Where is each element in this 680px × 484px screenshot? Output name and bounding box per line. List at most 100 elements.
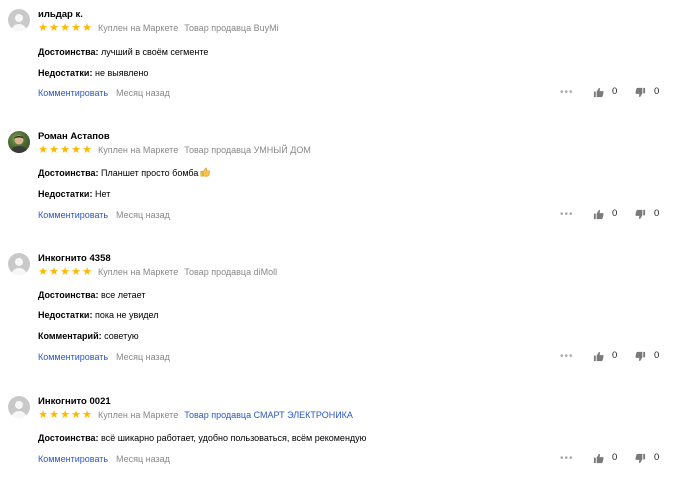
- dislike-count: 0: [654, 86, 660, 97]
- star-icon: ★: [38, 143, 48, 156]
- like-button[interactable]: 0: [593, 350, 617, 362]
- star-icon: ★: [38, 265, 48, 278]
- review-author[interactable]: ильдар к.: [38, 9, 83, 21]
- dislike-count: 0: [654, 350, 660, 361]
- review-pros: Достоинства: все летает: [38, 289, 146, 301]
- like-count: 0: [612, 452, 618, 463]
- review-cons: Недостатки: Нет: [38, 188, 110, 200]
- star-icon: ★: [49, 265, 59, 278]
- star-icon: ★: [82, 265, 92, 278]
- seller-link[interactable]: Товар продавца СМАРТ ЭЛЕКТРОНИКА: [184, 410, 353, 420]
- bought-on-market-label: Куплен на Маркете: [98, 410, 179, 420]
- star-icon: ★: [71, 21, 81, 34]
- dislike-button[interactable]: 0: [635, 86, 659, 98]
- more-options-icon[interactable]: •••: [560, 352, 574, 362]
- more-options-icon[interactable]: •••: [560, 88, 574, 98]
- star-icon: ★: [60, 265, 70, 278]
- star-icon: ★: [49, 408, 59, 421]
- avatar-placeholder-icon[interactable]: [8, 253, 30, 275]
- cons-label: Недостатки:: [38, 310, 93, 320]
- thumbs-up-icon: [593, 209, 604, 219]
- comment-link[interactable]: Комментировать: [38, 87, 108, 99]
- star-icon: ★: [38, 408, 48, 421]
- pros-text: все летает: [101, 290, 146, 300]
- thumbs-up-icon: [593, 453, 604, 463]
- avatar-placeholder-icon[interactable]: [8, 396, 30, 418]
- star-icon: ★: [82, 21, 92, 34]
- comment-link[interactable]: Комментировать: [38, 209, 108, 221]
- star-icon: ★: [71, 265, 81, 278]
- bought-on-market-label: Куплен на Маркете: [98, 267, 179, 277]
- review-time: Месяц назад: [116, 352, 170, 362]
- rating-stars: ★ ★ ★ ★ ★: [38, 143, 92, 156]
- star-icon: ★: [60, 21, 70, 34]
- review-footer: Комментировать Месяц назад ••• 0 0: [38, 86, 668, 99]
- dislike-count: 0: [654, 452, 660, 463]
- cons-text: не выявлено: [94, 68, 149, 78]
- pros-label: Достоинства:: [38, 168, 99, 178]
- thumbs-down-icon: [635, 351, 646, 361]
- star-icon: ★: [82, 143, 92, 156]
- star-icon: ★: [60, 143, 70, 156]
- thumbs-down-icon: [635, 209, 646, 219]
- review-time: Месяц назад: [116, 210, 170, 220]
- avatar-placeholder-icon[interactable]: [8, 9, 30, 31]
- review-comment: Комментарий: советую: [38, 330, 139, 342]
- dislike-button[interactable]: 0: [635, 208, 659, 220]
- star-icon: ★: [49, 21, 59, 34]
- star-icon: ★: [49, 143, 59, 156]
- comment-label: Комментарий:: [38, 331, 102, 341]
- review-pros: Достоинства: всё шикарно работает, удобн…: [38, 432, 366, 444]
- review-author[interactable]: Инкогнито 0021: [38, 396, 111, 408]
- review-author[interactable]: Роман Астапов: [38, 131, 110, 143]
- review-pros: Достоинства: лучший в своём сегменте: [38, 46, 208, 58]
- review-cons: Недостатки: пока не увидел: [38, 309, 159, 321]
- like-button[interactable]: 0: [593, 86, 617, 98]
- thumbs-up-icon: [593, 351, 604, 361]
- star-icon: ★: [38, 21, 48, 34]
- review-cons: Недостатки: не выявлено: [38, 67, 148, 79]
- star-icon: ★: [60, 408, 70, 421]
- comment-link[interactable]: Комментировать: [38, 351, 108, 363]
- pros-label: Достоинства:: [38, 47, 99, 57]
- review-time: Месяц назад: [116, 454, 170, 464]
- seller-label: Товар продавца BuyMi: [184, 23, 279, 33]
- comment-text: советую: [104, 331, 139, 341]
- seller-label: Товар продавца diMoll: [184, 267, 278, 277]
- more-options-icon[interactable]: •••: [560, 454, 574, 464]
- bought-on-market-label: Куплен на Маркете: [98, 23, 179, 33]
- review-footer: Комментировать Месяц назад ••• 0 0: [38, 350, 668, 363]
- star-icon: ★: [82, 408, 92, 421]
- star-icon: ★: [71, 143, 81, 156]
- rating-stars: ★ ★ ★ ★ ★: [38, 265, 92, 278]
- pros-label: Достоинства:: [38, 433, 99, 443]
- avatar[interactable]: [8, 131, 30, 153]
- review-pros: Достоинства: Планшет просто бомба: [38, 167, 211, 179]
- pros-text: лучший в своём сегменте: [101, 47, 209, 57]
- dislike-button[interactable]: 0: [635, 452, 659, 464]
- pros-label: Достоинства:: [38, 290, 99, 300]
- cons-label: Недостатки:: [38, 189, 93, 199]
- review-meta: ★ ★ ★ ★ ★ Куплен на Маркете Товар продавца B…: [38, 22, 285, 34]
- review-meta: ★ ★ ★ ★ ★ Куплен на Маркете Товар продавца У…: [38, 144, 317, 156]
- pros-text: всё шикарно работает, удобно пользоватьс…: [101, 433, 367, 443]
- rating-stars: ★ ★ ★ ★ ★: [38, 408, 92, 421]
- thumbs-down-icon: [635, 453, 646, 463]
- cons-label: Недостатки:: [38, 68, 93, 78]
- cons-text: пока не увидел: [94, 310, 159, 320]
- star-icon: ★: [71, 408, 81, 421]
- seller-label: Товар продавца УМНЫЙ ДОМ: [184, 145, 311, 155]
- like-button[interactable]: 0: [593, 208, 617, 220]
- dislike-count: 0: [654, 208, 660, 219]
- review-author[interactable]: Инкогнито 4358: [38, 253, 111, 265]
- dislike-button[interactable]: 0: [635, 350, 659, 362]
- more-options-icon[interactable]: •••: [560, 210, 574, 220]
- cons-text: Нет: [94, 189, 111, 199]
- like-button[interactable]: 0: [593, 452, 617, 464]
- review-meta: ★ ★ ★ ★ ★ Куплен на Маркете Товар продавца d…: [38, 266, 283, 278]
- review-meta: ★ ★ ★ ★ ★ Куплен на Маркете Товар продавца С…: [38, 409, 359, 421]
- review-footer: Комментировать Месяц назад ••• 0 0: [38, 452, 668, 465]
- comment-link[interactable]: Комментировать: [38, 453, 108, 465]
- pros-text: Планшет просто бомба: [101, 168, 199, 178]
- thumbs-up-icon: [593, 87, 604, 97]
